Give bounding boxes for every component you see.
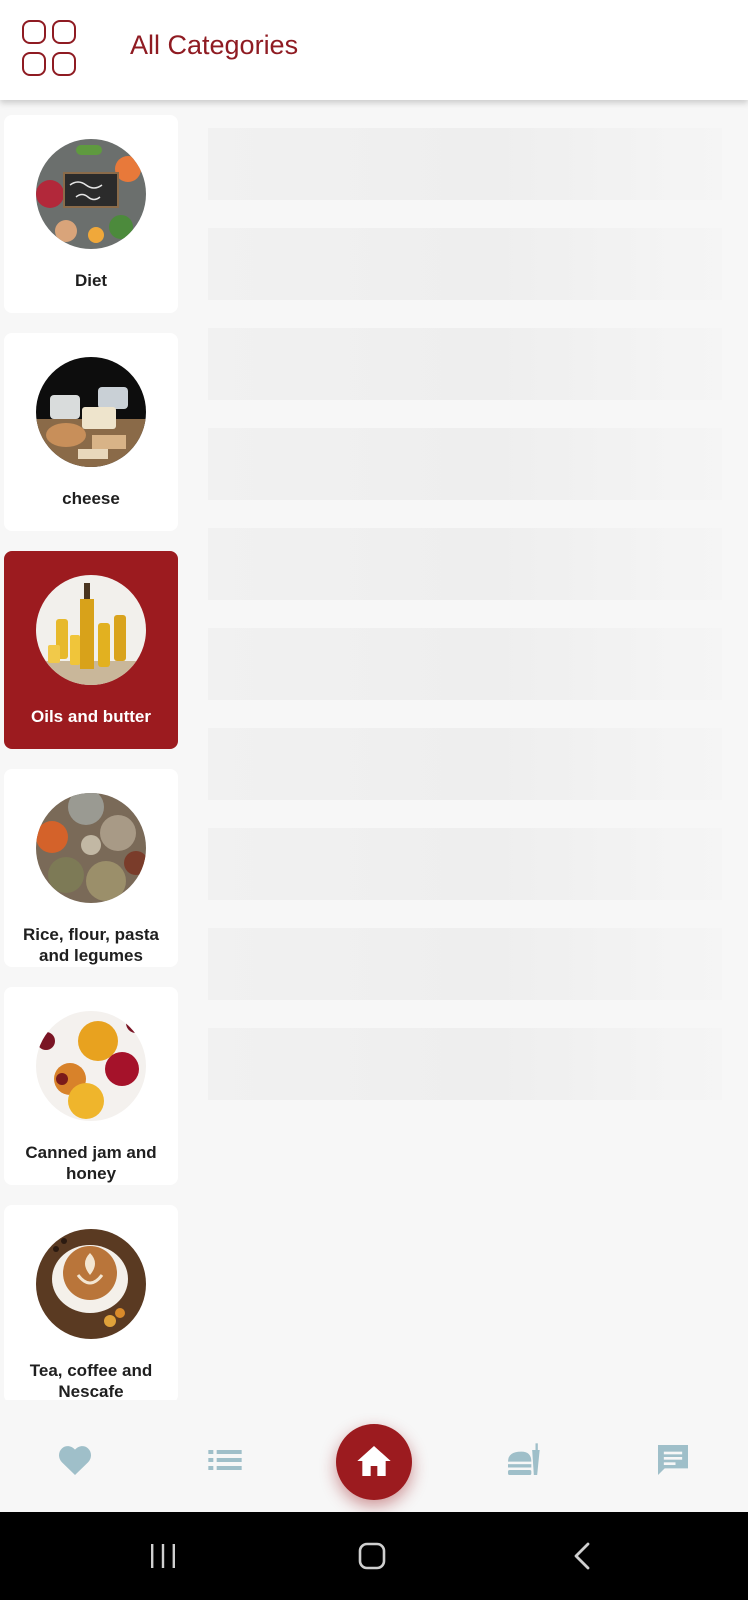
category-label: Tea, coffee and Nescafe bbox=[29, 1361, 153, 1401]
grid-cell bbox=[22, 52, 46, 76]
back-icon[interactable] bbox=[563, 1536, 603, 1576]
category-card-rice-flour-pasta-legumes[interactable]: Rice, flour, pasta and legumes bbox=[4, 769, 178, 967]
home-button[interactable] bbox=[336, 1424, 412, 1500]
balanced-diet-photo bbox=[36, 139, 146, 249]
bottom-nav bbox=[0, 1400, 748, 1512]
loading-placeholder bbox=[208, 128, 722, 200]
home-icon bbox=[357, 1446, 391, 1476]
fast-food-icon[interactable] bbox=[503, 1440, 543, 1480]
category-card-oils-and-butter[interactable]: Oils and butter bbox=[4, 551, 178, 749]
home-system-icon[interactable] bbox=[352, 1536, 392, 1576]
oil-bottles-photo bbox=[36, 575, 146, 685]
loading-placeholder bbox=[208, 728, 722, 800]
grid-cell bbox=[52, 52, 76, 76]
page-title: All Categories bbox=[130, 30, 299, 60]
category-card-diet[interactable]: Diet bbox=[4, 115, 178, 313]
loading-placeholder bbox=[208, 228, 722, 300]
category-label: Diet bbox=[74, 271, 108, 290]
category-label: cheese bbox=[62, 489, 120, 508]
system-nav-bar bbox=[0, 1512, 748, 1600]
heart-icon[interactable] bbox=[55, 1440, 95, 1480]
category-card-tea-coffee-nescafe[interactable]: Tea, coffee and Nescafe bbox=[4, 1205, 178, 1403]
recent-apps-icon[interactable] bbox=[143, 1536, 183, 1576]
grain-sacks-photo bbox=[36, 793, 146, 903]
grid-cell bbox=[52, 20, 76, 44]
loading-placeholder bbox=[208, 1028, 722, 1100]
list-icon[interactable] bbox=[205, 1440, 245, 1480]
loading-placeholder bbox=[208, 428, 722, 500]
grid-cell bbox=[22, 20, 46, 44]
loading-placeholder bbox=[208, 628, 722, 700]
app-bar: All Categories bbox=[0, 0, 748, 100]
category-card-cheese[interactable]: cheese bbox=[4, 333, 178, 531]
coffee-cup-photo bbox=[36, 1229, 146, 1339]
jam-jars-photo bbox=[36, 1011, 146, 1121]
category-label: Canned jam and honey bbox=[25, 1143, 157, 1183]
grid-icon[interactable] bbox=[22, 20, 80, 78]
loading-placeholder bbox=[208, 928, 722, 1000]
category-label: Oils and butter bbox=[31, 707, 151, 726]
category-label: Rice, flour, pasta and legumes bbox=[22, 925, 160, 965]
chat-icon[interactable] bbox=[653, 1440, 693, 1480]
cheese-photo bbox=[36, 357, 146, 467]
category-card-canned-jam-and-honey[interactable]: Canned jam and honey bbox=[4, 987, 178, 1185]
loading-placeholder bbox=[208, 528, 722, 600]
loading-placeholder bbox=[208, 828, 722, 900]
loading-placeholder bbox=[208, 328, 722, 400]
